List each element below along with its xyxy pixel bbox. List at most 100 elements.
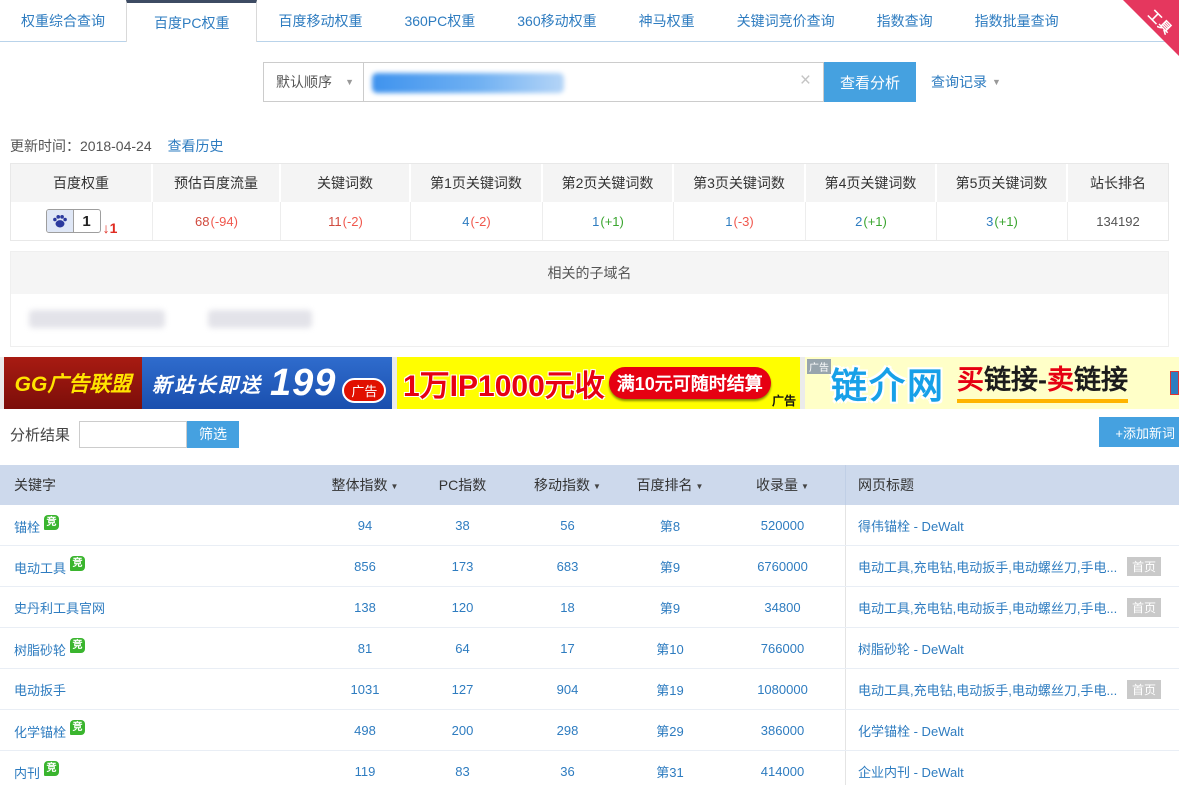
table-row: 锚栓竞 94 38 56 第8 520000 得伟锚栓 - DeWalt: [0, 505, 1179, 546]
pc-index-value[interactable]: 120: [452, 600, 474, 615]
baidu-rank-value[interactable]: 第9: [660, 601, 680, 616]
indexed-count-value[interactable]: 1080000: [757, 682, 808, 697]
sort-icon: ▼: [391, 482, 399, 491]
tab-360-pc-weight[interactable]: 360PC权重: [383, 0, 496, 41]
weight-drop-indicator: ↓1: [103, 220, 118, 236]
baidu-rank-value[interactable]: 第19: [656, 683, 683, 698]
pc-index-value[interactable]: 127: [452, 682, 474, 697]
add-keyword-button[interactable]: +添加新词: [1099, 417, 1179, 447]
keyword-link[interactable]: 电动工具: [14, 561, 66, 576]
keyword-cell: 锚栓竞: [0, 515, 320, 536]
overall-index-value[interactable]: 856: [354, 559, 376, 574]
mobile-index-value[interactable]: 56: [560, 518, 574, 533]
col-header-indexed-count[interactable]: 收录量▼: [720, 475, 845, 495]
sort-order-select[interactable]: 默认顺序 ▼: [263, 62, 364, 102]
overall-index-value[interactable]: 119: [355, 764, 376, 779]
chevron-down-icon: ▼: [992, 77, 1001, 87]
page-title-link[interactable]: 得伟锚栓 - DeWalt: [858, 516, 964, 535]
mobile-index-value[interactable]: 904: [557, 682, 579, 697]
clear-icon[interactable]: ×: [800, 70, 811, 93]
overall-index-value[interactable]: 498: [354, 723, 376, 738]
page: 权重综合查询 百度PC权重 百度移动权重 360PC权重 360移动权重 神马权…: [0, 0, 1179, 785]
ad3-brand: 链介网: [831, 357, 945, 409]
view-history-link[interactable]: 查看历史: [168, 138, 224, 154]
keyword-link[interactable]: 化学锚栓: [14, 725, 66, 740]
col-header-mobile-index[interactable]: 移动指数▼: [515, 475, 620, 495]
overall-index-value[interactable]: 138: [354, 600, 376, 615]
baidu-rank-value[interactable]: 第8: [660, 519, 680, 534]
keyword-link[interactable]: 史丹利工具官网: [14, 601, 105, 616]
filter-button[interactable]: 筛选: [187, 421, 239, 448]
censored-subdomain-link[interactable]: [208, 310, 312, 328]
ad1-brand: GG广告联盟: [4, 357, 142, 409]
pc-index-value[interactable]: 64: [455, 641, 469, 656]
tab-index-query[interactable]: 指数查询: [856, 0, 954, 41]
ad-badge: 广告: [772, 392, 796, 409]
keyword-cell: 树脂砂轮竞: [0, 638, 320, 659]
pc-index-value[interactable]: 83: [455, 764, 469, 779]
analysis-result-label: 分析结果: [10, 424, 70, 445]
pc-index-value[interactable]: 38: [455, 518, 469, 533]
top-tabbar: 权重综合查询 百度PC权重 百度移动权重 360PC权重 360移动权重 神马权…: [0, 0, 1179, 42]
tab-baidu-pc-weight[interactable]: 百度PC权重: [126, 0, 257, 42]
baidu-rank-value[interactable]: 第9: [660, 560, 680, 575]
keyword-link[interactable]: 锚栓: [14, 520, 40, 535]
bid-icon: 竞: [70, 556, 85, 571]
tab-shenma-weight[interactable]: 神马权重: [618, 0, 716, 41]
indexed-count-value[interactable]: 6760000: [757, 559, 808, 574]
wt-header-keyword-count: 关键词数: [281, 164, 411, 202]
query-input[interactable]: ×: [364, 62, 824, 102]
censored-subdomain-link[interactable]: [29, 310, 165, 328]
keyword-results-table: 关键字 整体指数▼ PC指数 移动指数▼ 百度排名▼ 收录量▼ 网页标题 锚栓竞…: [0, 465, 1179, 785]
tab-weight-combined[interactable]: 权重综合查询: [0, 0, 126, 41]
ad-banner-gg-union[interactable]: GG广告联盟 新站长即送 199 广告: [4, 357, 392, 409]
pc-index-value[interactable]: 200: [452, 723, 474, 738]
tab-360-mobile-weight[interactable]: 360移动权重: [496, 0, 617, 41]
tab-index-batch-query[interactable]: 指数批量查询: [954, 0, 1080, 41]
overall-index-value[interactable]: 1031: [351, 682, 380, 697]
pc-index-value[interactable]: 173: [452, 559, 474, 574]
mobile-index-value[interactable]: 18: [560, 600, 574, 615]
mobile-index-value[interactable]: 298: [557, 723, 579, 738]
indexed-count-value[interactable]: 414000: [761, 764, 804, 779]
keyword-link[interactable]: 树脂砂轮: [14, 643, 66, 658]
page-title-link[interactable]: 电动工具,充电钻,电动扳手,电动螺丝刀,手电...: [858, 680, 1117, 699]
tab-keyword-bid-query[interactable]: 关键词竞价查询: [716, 0, 856, 41]
mobile-index-value[interactable]: 17: [560, 641, 574, 656]
baidu-rank-value[interactable]: 第10: [656, 642, 683, 657]
keyword-link[interactable]: 电动扳手: [14, 683, 66, 698]
page-title-link[interactable]: 化学锚栓 - DeWalt: [858, 721, 964, 740]
page-title-link[interactable]: 企业内刊 - DeWalt: [858, 762, 964, 781]
col-header-baidu-rank[interactable]: 百度排名▼: [620, 475, 720, 495]
overall-index-value[interactable]: 81: [358, 641, 372, 656]
page-title-link[interactable]: 树脂砂轮 - DeWalt: [858, 639, 964, 658]
baidu-rank-value[interactable]: 第29: [656, 724, 683, 739]
table-row: 树脂砂轮竞 81 64 17 第10 766000 树脂砂轮 - DeWalt: [0, 628, 1179, 669]
ad-banner-link-market[interactable]: 广告 链介网 买链接-卖链接: [805, 357, 1179, 409]
keyword-link[interactable]: 内刊: [14, 766, 40, 781]
col-header-overall-index[interactable]: 整体指数▼: [320, 475, 410, 495]
analysis-filter-bar: 分析结果 筛选 +添加新词: [10, 419, 1179, 449]
sort-order-value: 默认顺序: [276, 72, 332, 92]
mobile-index-value[interactable]: 683: [557, 559, 579, 574]
query-history-link[interactable]: 查询记录 ▼: [931, 62, 1001, 102]
overall-index-value[interactable]: 94: [358, 518, 372, 533]
keyword-cell: 内刊竞: [0, 761, 320, 782]
ad-banner-ip-payout[interactable]: 1万IP1000元收 满10元可随时结算 广告: [397, 357, 800, 409]
baidu-weight-badge[interactable]: 1: [46, 209, 101, 233]
homepage-badge: 首页: [1127, 680, 1161, 699]
page-title-link[interactable]: 电动工具,充电钻,电动扳手,电动螺丝刀,手电...: [858, 598, 1117, 617]
page3-count-cell: 1(-3): [674, 202, 806, 240]
mobile-index-value[interactable]: 36: [560, 764, 574, 779]
baidu-rank-value[interactable]: 第31: [656, 765, 683, 780]
indexed-count-value[interactable]: 34800: [764, 600, 800, 615]
indexed-count-value[interactable]: 766000: [761, 641, 804, 656]
filter-input[interactable]: [79, 421, 187, 448]
indexed-count-value[interactable]: 386000: [761, 723, 804, 738]
arrow-down-icon: ↓: [103, 220, 110, 236]
page-title-link[interactable]: 电动工具,充电钻,电动扳手,电动螺丝刀,手电...: [858, 557, 1117, 576]
tab-baidu-mobile-weight[interactable]: 百度移动权重: [257, 0, 383, 41]
analyze-button[interactable]: 查看分析: [824, 62, 916, 102]
indexed-count-value[interactable]: 520000: [761, 518, 804, 533]
table-row: 史丹利工具官网 138 120 18 第9 34800 电动工具,充电钻,电动扳…: [0, 587, 1179, 628]
